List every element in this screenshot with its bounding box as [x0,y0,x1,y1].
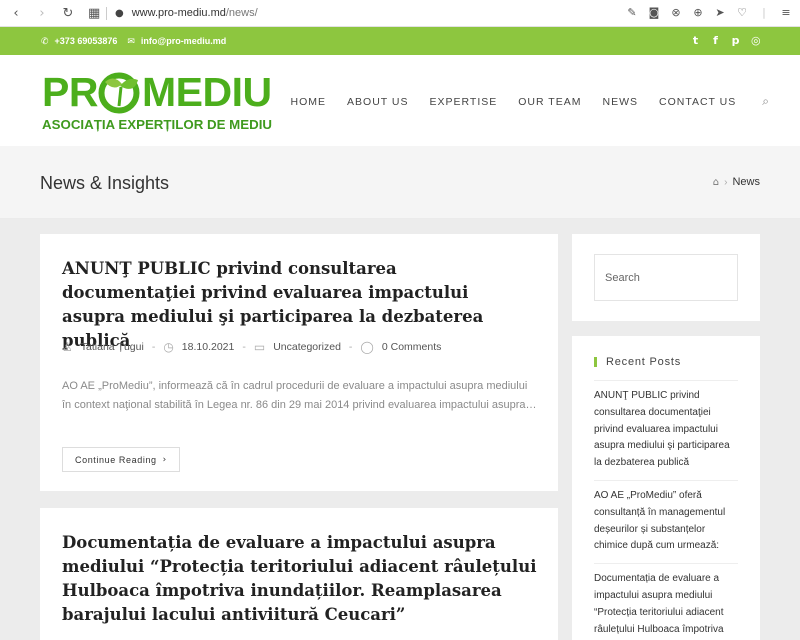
forward-icon[interactable]: › [36,6,48,21]
recent-post-link[interactable]: ANUNŢ PUBLIC privind consultarea documen… [594,380,738,480]
reload-icon[interactable]: ↻ [62,6,74,21]
email-address: info@pro-mediu.md [140,36,227,46]
post-comments[interactable]: 0 Comments [382,341,442,353]
lock-icon: ● [115,7,124,19]
home-icon[interactable]: ⌂ [713,177,719,188]
meta-separator: - [242,341,246,353]
author-icon: ♙ [62,340,73,354]
menu-item-about-us[interactable]: ABOUT US [347,96,408,108]
shield-icon[interactable]: ⊗ [670,6,682,19]
camera-icon[interactable]: ◙ [648,6,660,19]
search-icon[interactable]: ⌕ [762,94,770,109]
site-header: PR MEDIU ASOCIAȚIA EXPERȚILOR DE MEDIU HO… [0,55,800,146]
post-title[interactable]: ANUNŢ PUBLIC privind consultarea documen… [62,257,532,353]
post-category[interactable]: Uncategorized [273,341,341,353]
folder-icon: ▭ [253,340,266,354]
post-excerpt: AO AE „ProMediu”, informează că în cadru… [62,380,537,411]
contact-topbar: ✆ +373 69053876 ✉ info@pro-mediu.md t f p … [0,27,800,55]
breadcrumb-current: News [732,176,760,188]
continue-reading-label: Continue Reading [75,454,157,465]
site-logo[interactable]: PR MEDIU ASOCIAȚIA EXPERȚILOR DE MEDIU [42,70,274,136]
clock-icon: ◷ [163,340,174,354]
divider-icon: | [762,6,766,19]
post-card: Documentația de evaluare a impactului as… [40,508,558,640]
logo-leaf-mark [98,72,140,114]
url-path: /news/ [225,7,258,19]
continue-reading-button[interactable]: Continue Reading › [62,447,180,472]
menu-item-news[interactable]: NEWS [602,96,638,108]
phone-link[interactable]: ✆ +373 69053876 [41,36,117,47]
post-card: ANUNŢ PUBLIC privind consultarea documen… [40,234,558,491]
meta-separator: - [151,341,156,353]
menu-item-home[interactable]: HOME [291,96,327,108]
heart-icon[interactable]: ♡ [736,6,748,19]
main-menu: HOME ABOUT US EXPERTISE OUR TEAM NEWS CO… [291,94,770,109]
facebook-icon[interactable]: f [711,34,720,47]
logo-subtitle: ASOCIAȚIA EXPERȚILOR DE MEDIU [42,117,273,132]
address-bar[interactable]: ● www.pro-mediu.md/news/ [115,7,258,19]
recent-post-link[interactable]: Documentația de evaluare a impactului as… [594,563,738,640]
browser-tools: ✎ ◙ ⊗ ⊕ ➤ ♡ | ≡ [626,6,792,19]
post-date: 18.10.2021 [181,341,235,353]
download-icon[interactable]: ⊕ [692,6,704,19]
breadcrumb: ⌂ › News [713,176,760,188]
content-area: ANUNŢ PUBLIC privind consultarea documen… [0,219,800,640]
search-input[interactable]: Search [594,254,738,301]
toolbar-divider [106,6,107,20]
url-host: www.pro-mediu.md [131,7,226,19]
recent-posts-title: Recent Posts [594,356,681,368]
menu-item-contact-us[interactable]: CONTACT US [659,96,736,108]
sidebar-search-widget: Search [572,234,760,321]
comment-icon: ◯ [360,340,374,354]
email-icon: ✉ [127,37,135,47]
phone-number: +373 69053876 [54,36,118,46]
chevron-right-icon: › [162,454,167,465]
menu-item-expertise[interactable]: EXPERTISE [430,96,498,108]
back-icon[interactable]: ‹ [10,6,22,21]
browser-nav: ‹ › ↻ ▦ [0,6,100,21]
tabs-grid-icon[interactable]: ▦ [88,6,100,21]
contact-info: ✆ +373 69053876 ✉ info@pro-mediu.md [41,36,226,47]
twitter-icon[interactable]: t [691,34,700,47]
menu-item-our-team[interactable]: OUR TEAM [518,96,581,108]
edit-icon[interactable]: ✎ [626,6,638,19]
page-title: News & Insights [40,173,170,193]
recent-posts-list: ANUNŢ PUBLIC privind consultarea documen… [594,380,738,640]
browser-toolbar: ‹ › ↻ ▦ ● www.pro-mediu.md/news/ ✎ ◙ ⊗ ⊕… [0,0,800,27]
send-icon[interactable]: ➤ [714,6,726,19]
recent-post-link[interactable]: AO AE „ProMediu” oferă consultanță în ma… [594,479,738,563]
email-link[interactable]: ✉ info@pro-mediu.md [127,36,226,47]
breadcrumb-separator: › [724,176,728,188]
page-header: News & Insights ⌂ › News [0,146,800,219]
instagram-icon[interactable]: ◎ [751,34,761,47]
pinterest-icon[interactable]: p [731,34,740,47]
logo-brand: PR MEDIU [42,69,272,115]
social-links: t f p ◎ [691,34,761,47]
post-author[interactable]: Tatiana Țugui [81,341,144,353]
post-meta: ♙ Tatiana Țugui - ◷ 18.10.2021 - ▭ Uncat… [62,340,441,354]
menu-icon[interactable]: ≡ [780,6,792,19]
post-title[interactable]: Documentația de evaluare a impactului as… [62,531,542,627]
phone-icon: ✆ [41,37,49,47]
recent-posts-widget: Recent Posts ANUNŢ PUBLIC privind consul… [572,336,760,640]
meta-separator: - [348,341,353,353]
